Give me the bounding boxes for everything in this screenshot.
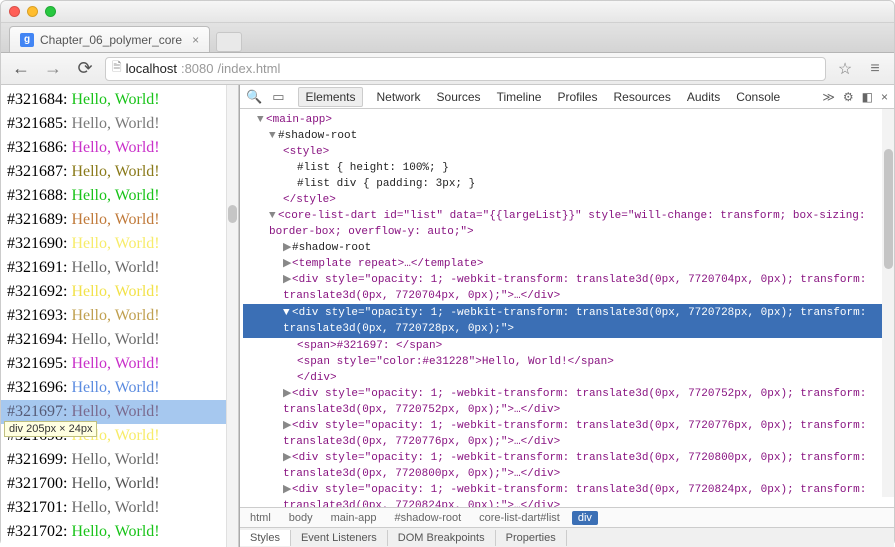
browser-tab[interactable]: g Chapter_06_polymer_core × [9,26,210,52]
page-row: #321702: Hello, World! [1,520,238,544]
tree-node[interactable]: ▶<div style="opacity: 1; -webkit-transfo… [243,386,894,418]
minimize-window-button[interactable] [27,6,38,17]
favicon-icon: g [20,33,34,47]
page-list: #321684: Hello, World!#321685: Hello, Wo… [1,85,238,547]
tree-node[interactable]: ▶<div style="opacity: 1; -webkit-transfo… [243,482,894,507]
page-row: #321690: Hello, World! [1,232,238,256]
breadcrumb-item[interactable]: #shadow-root [389,511,468,525]
tab-close-icon[interactable]: × [192,33,199,47]
breadcrumb-item[interactable]: body [283,511,319,525]
styles-sidebar-tabs: StylesEvent ListenersDOM BreakpointsProp… [240,527,894,547]
page-row: #321687: Hello, World! [1,160,238,184]
page-row: #321693: Hello, World! [1,304,238,328]
devtools-toolbar: 🔍 ▭ Elements Network Sources Timeline Profil… [240,85,894,109]
tree-node[interactable]: ▶<div style="opacity: 1; -webkit-transfo… [243,450,894,482]
devtools-panel: 🔍 ▭ Elements Network Sources Timeline Profil… [239,85,894,547]
breadcrumb-item[interactable]: html [244,511,277,525]
devtools-tabs: Elements Network Sources Timeline Profiles Re… [298,87,782,107]
tree-node[interactable]: ▶<div style="opacity: 1; -webkit-transfo… [243,272,894,304]
close-window-button[interactable] [9,6,20,17]
tab-bar: g Chapter_06_polymer_core × [1,23,894,53]
breadcrumb-item[interactable]: core-list-dart#list [473,511,566,525]
tab-title: Chapter_06_polymer_core [40,33,182,47]
page-row: #321685: Hello, World! [1,112,238,136]
page-row: #321701: Hello, World! [1,496,238,520]
page-icon: 🗎 [112,58,122,79]
devtools-close-icon[interactable]: × [881,90,888,104]
page-row: #321684: Hello, World! [1,88,238,112]
menu-icon[interactable]: ≡ [864,58,886,80]
devtools-vscroll-thumb[interactable] [884,149,893,269]
devtools-vscrollbar[interactable] [882,109,894,497]
titlebar [1,1,894,23]
elements-breadcrumb: html body main-app #shadow-root core-list-da… [240,507,894,527]
page-row: #321688: Hello, World! [1,184,238,208]
breadcrumb-item[interactable]: div [572,511,598,525]
devtools-right-icons: ≫ ⚙ ◧ × [822,90,888,104]
element-dimension-tooltip: div 205px × 24px [4,421,97,437]
new-tab-button[interactable] [216,32,242,52]
bookmark-star-icon[interactable]: ☆ [834,58,856,80]
page-row: #321689: Hello, World! [1,208,238,232]
devtools-tab-elements[interactable]: Elements [298,87,362,107]
elements-tree[interactable]: ▼<main-app> ▼#shadow-root <style> #list … [240,109,894,507]
url-host: localhost [126,61,177,76]
selected-element: ▼<div style="opacity: 1; -webkit-transfo… [243,304,894,338]
page-pane: #321684: Hello, World!#321685: Hello, Wo… [1,85,239,547]
devtools-tab-audits[interactable]: Audits [685,87,722,107]
browser-toolbar: ← → ⟳ 🗎 localhost :8080/index.html ☆ ≡ [1,53,894,85]
tree-node[interactable]: ▶<div style="opacity: 1; -webkit-transfo… [243,418,894,450]
content-area: #321684: Hello, World!#321685: Hello, Wo… [1,85,894,547]
page-row: #321686: Hello, World! [1,136,238,160]
page-scrollbar[interactable] [226,85,238,547]
page-scroll-thumb[interactable] [228,205,237,223]
back-button[interactable]: ← [9,57,33,81]
device-icon[interactable]: ▭ [272,89,284,105]
drawer-icon[interactable]: ≫ [822,90,835,104]
page-row: #321695: Hello, World! [1,352,238,376]
url-port: :8080 [181,61,214,76]
forward-button[interactable]: → [41,57,65,81]
page-row: #321696: Hello, World! [1,376,238,400]
settings-icon[interactable]: ⚙ [843,90,854,104]
url-bar[interactable]: 🗎 localhost :8080/index.html [105,57,826,81]
page-row: #321692: Hello, World! [1,280,238,304]
breadcrumb-item[interactable]: main-app [325,511,383,525]
devtools-tab-console[interactable]: Console [734,87,782,107]
reload-button[interactable]: ⟳ [73,57,97,81]
devtools-tab-sources[interactable]: Sources [435,87,483,107]
sidebar-tab-dom-breakpoints[interactable]: DOM Breakpoints [388,530,496,546]
page-row: #321694: Hello, World! [1,328,238,352]
search-icon[interactable]: 🔍 [246,89,262,105]
maximize-window-button[interactable] [45,6,56,17]
devtools-tab-network[interactable]: Network [375,87,423,107]
devtools-tab-timeline[interactable]: Timeline [495,87,544,107]
dock-icon[interactable]: ◧ [862,90,873,104]
devtools-tab-profiles[interactable]: Profiles [555,87,599,107]
page-row: #321699: Hello, World! [1,448,238,472]
page-row: #321691: Hello, World! [1,256,238,280]
page-row: #321700: Hello, World! [1,472,238,496]
devtools-tab-resources[interactable]: Resources [611,87,672,107]
sidebar-tab-styles[interactable]: Styles [240,530,291,546]
sidebar-tab-properties[interactable]: Properties [496,530,567,546]
url-path: /index.html [218,61,281,76]
sidebar-tab-event-listeners[interactable]: Event Listeners [291,530,388,546]
traffic-lights [9,6,56,17]
